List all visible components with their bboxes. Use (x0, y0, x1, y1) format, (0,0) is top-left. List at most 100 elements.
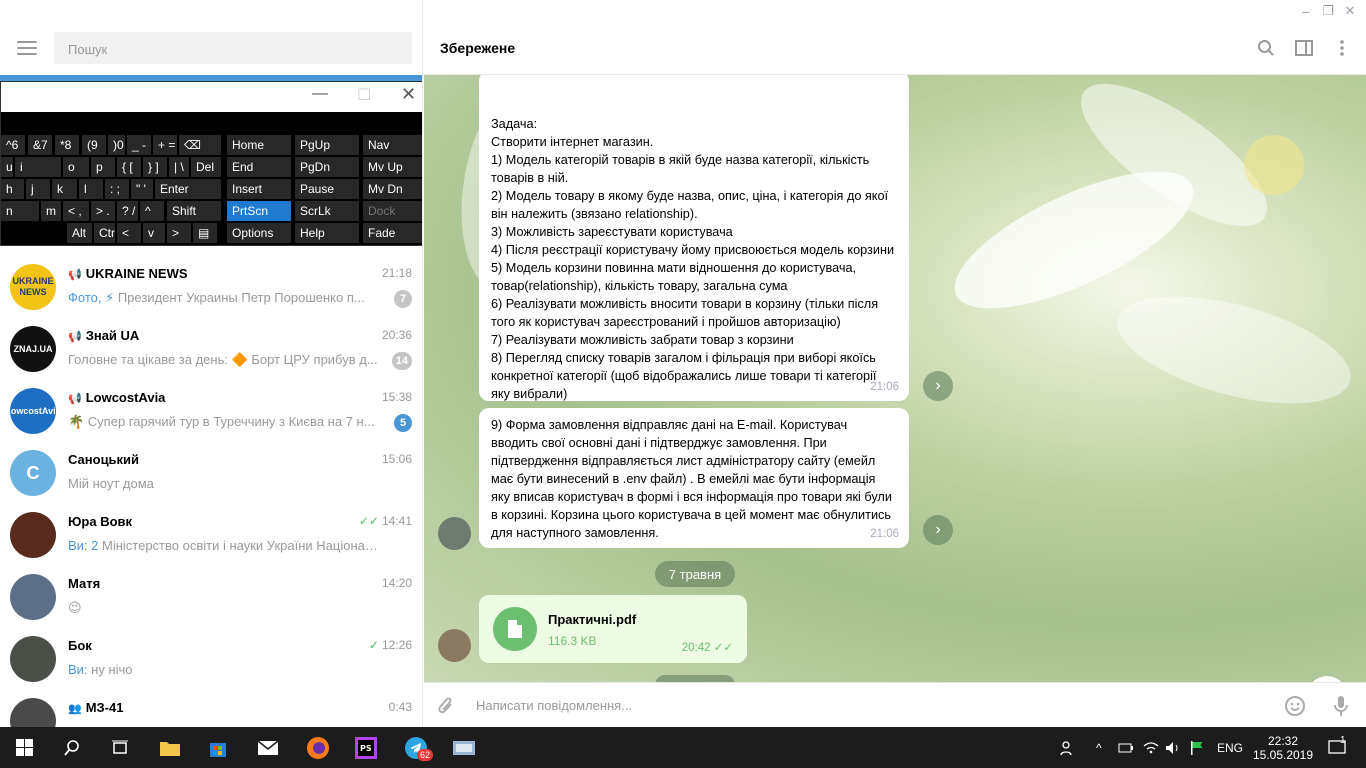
keyboard-key[interactable]: < , (63, 201, 89, 221)
keyboard-key[interactable]: Fade (363, 223, 422, 243)
keyboard-key[interactable]: ? / (117, 201, 138, 221)
keyboard-key[interactable]: v (143, 223, 165, 243)
close-button[interactable]: ✕ (1339, 0, 1361, 22)
keyboard-key[interactable]: i (15, 157, 61, 177)
chevron-up-icon[interactable]: ^ (1096, 727, 1110, 768)
wifi-icon[interactable] (1143, 727, 1161, 768)
keyboard-key[interactable]: Del (191, 157, 221, 177)
keyboard-key[interactable]: )0 (108, 135, 125, 155)
file-icon[interactable] (493, 607, 537, 651)
keyboard-key[interactable]: | \ (169, 157, 189, 177)
maximize-button[interactable]: ❐ (1317, 0, 1339, 22)
attach-icon[interactable] (434, 694, 458, 718)
forward-icon[interactable]: › (923, 515, 953, 545)
keyboard-key[interactable]: n (1, 201, 39, 221)
keyboard-key[interactable]: Enter (155, 179, 221, 199)
volume-icon[interactable] (1165, 727, 1183, 768)
file-message[interactable]: Практичні.pdf 116.3 KB 20:42 ✓✓ (479, 595, 747, 663)
keyboard-key[interactable]: End (227, 157, 291, 177)
chat-list-item[interactable]: ZNAJ.UA 📢 Знай UA 20:36 Головне та цікаве за… (0, 319, 422, 381)
store-icon[interactable] (196, 727, 240, 768)
keyboard-key[interactable]: j (26, 179, 50, 199)
keyboard-key[interactable]: Nav (363, 135, 422, 155)
keyboard-key[interactable]: : ; (105, 179, 129, 199)
keyboard-key[interactable]: + = (153, 135, 177, 155)
battery-icon[interactable] (1118, 727, 1136, 768)
message-bubble[interactable]: 9) Форма замовлення відправляє дані на E… (479, 408, 909, 548)
on-screen-keyboard[interactable]: — ☐ ✕ ^6 &7 *8 (9)0 _ - + = ⌫ Home PgUp Nav u i o p{ … (0, 81, 422, 246)
search-icon[interactable] (48, 727, 96, 768)
people-icon[interactable] (1058, 727, 1078, 768)
keyboard-key[interactable]: m (41, 201, 61, 221)
emoji-icon[interactable] (1283, 694, 1307, 718)
task-view-icon[interactable] (96, 727, 144, 768)
keyboard-key[interactable]: Help (295, 223, 359, 243)
keyboard-key[interactable]: ScrLk (295, 201, 359, 221)
keyboard-key[interactable]: { [ (117, 157, 141, 177)
clock[interactable]: 22:32 15.05.2019 (1253, 727, 1313, 768)
keyboard-key[interactable]: (9 (82, 135, 106, 155)
chat-list-item[interactable]: 👥 МЗ-41 0:43 (0, 691, 422, 727)
keyboard-key[interactable]: h (1, 179, 24, 199)
chat-list-item[interactable]: Бок ✓ 12:26 Ви: ну нічо (0, 629, 422, 691)
keyboard-key[interactable]: Options (227, 223, 291, 243)
keyboard-key[interactable]: o (63, 157, 89, 177)
keyboard-maximize-button[interactable]: ☐ (357, 85, 371, 105)
telegram-icon[interactable]: 62 (394, 727, 438, 768)
keyboard-key[interactable]: Mv Up (363, 157, 422, 177)
search-input[interactable]: Пошук (54, 32, 412, 64)
chat-title[interactable]: Збережене (440, 40, 515, 56)
keyboard-minimize-button[interactable]: — (312, 85, 328, 103)
keyboard-key[interactable]: < (117, 223, 141, 243)
keyboard-key[interactable]: PgUp (295, 135, 359, 155)
keyboard-key[interactable]: } ] (143, 157, 167, 177)
keyboard-key[interactable]: ⌫ (179, 135, 221, 155)
keyboard-key[interactable]: Ctrl (94, 223, 115, 243)
avatar[interactable] (438, 629, 471, 662)
keyboard-key[interactable]: Shift (167, 201, 221, 221)
keyboard-key[interactable]: Alt (67, 223, 92, 243)
keyboard-key[interactable]: &7 (28, 135, 52, 155)
message-bubble[interactable]: Задача: Створити інтернет магазин. 1) Мо… (479, 75, 909, 401)
keyboard-key[interactable]: ^6 (1, 135, 25, 155)
keyboard-key[interactable]: ▤ (193, 223, 217, 243)
forward-icon[interactable]: › (923, 371, 953, 401)
chat-list-item[interactable]: LowcostAvia📢LowcostAvia15:38🌴 Супер гаря… (0, 381, 422, 443)
chat-list-item[interactable]: Юра Вовк ✓✓ 14:41 Ви: 2 Міністерство освіти… (0, 505, 422, 567)
mail-icon[interactable] (246, 727, 290, 768)
keyboard-key[interactable]: Dock (363, 201, 422, 221)
keyboard-key[interactable]: ^ (140, 201, 164, 221)
notifications-icon[interactable]: 1 (1322, 727, 1352, 768)
keyboard-key[interactable]: k (52, 179, 77, 199)
keyboard-key[interactable]: Mv Dn (363, 179, 422, 199)
minimize-button[interactable]: – (1295, 0, 1317, 22)
chat-list-item[interactable]: С Саноцький 15:06 Мій ноут дома (0, 443, 422, 505)
keyboard-key[interactable]: _ - (127, 135, 151, 155)
chat-list-item[interactable]: UKRAINE NEWS 📢 UKRAINE NEWS 21:18 Фото, ⚡ Пр… (0, 257, 422, 319)
keyboard-close-button[interactable]: ✕ (401, 84, 416, 105)
start-button[interactable] (0, 727, 48, 768)
avatar[interactable] (438, 517, 471, 550)
keyboard-key[interactable]: l (79, 179, 103, 199)
more-options-icon[interactable] (1332, 38, 1352, 58)
keyboard-key[interactable]: Home (227, 135, 291, 155)
chat-list-item[interactable]: Матя 14:20 😉 (0, 567, 422, 629)
keyboard-key[interactable]: > (167, 223, 191, 243)
on-screen-keyboard-icon[interactable] (442, 727, 486, 768)
firefox-icon[interactable] (296, 727, 340, 768)
sidebar-toggle-icon[interactable] (1294, 38, 1314, 58)
flag-icon[interactable] (1190, 727, 1208, 768)
microphone-icon[interactable] (1329, 694, 1353, 718)
keyboard-key[interactable]: Insert (227, 179, 291, 199)
keyboard-key[interactable]: PrtScn (227, 201, 291, 221)
keyboard-key[interactable]: PgDn (295, 157, 359, 177)
keyboard-key[interactable]: *8 (55, 135, 79, 155)
keyboard-key[interactable]: u (1, 157, 13, 177)
keyboard-key[interactable]: > . (91, 201, 115, 221)
keyboard-key[interactable]: Pause (295, 179, 359, 199)
phpstorm-icon[interactable]: PS (344, 727, 388, 768)
search-icon[interactable] (1256, 38, 1276, 58)
menu-icon[interactable] (17, 41, 37, 55)
language-indicator[interactable]: ENG (1217, 727, 1243, 768)
file-explorer-icon[interactable] (148, 727, 192, 768)
